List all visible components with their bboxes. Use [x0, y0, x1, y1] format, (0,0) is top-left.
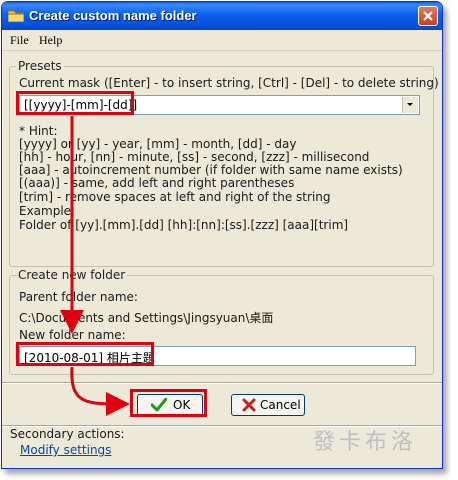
mask-label: Current mask ([Enter] - to insert string…: [19, 76, 439, 90]
close-icon: [423, 11, 433, 21]
secondary-actions-label: Secondary actions:: [10, 427, 125, 441]
new-folder-legend: Create new folder: [16, 268, 128, 282]
ok-label: OK: [173, 398, 191, 412]
cancel-label: Cancel: [260, 398, 301, 412]
ok-button[interactable]: OK: [137, 394, 203, 416]
parent-folder-label: Parent folder name:: [19, 290, 138, 304]
new-folder-name-label: New folder name:: [19, 328, 126, 342]
hint-line: [aaa] - autoincrement number (if folder …: [19, 163, 403, 177]
button-divider: [2, 382, 442, 384]
parent-folder-path: C:\Documents and Settings\Jingsyuan\桌面: [19, 311, 274, 325]
hint-line: [yyyy] or [yy] - year, [mm] - month, [dd…: [19, 137, 297, 151]
close-button[interactable]: [418, 6, 438, 26]
mask-value: [[yyyy]-[mm]-[dd]]: [24, 98, 138, 112]
cancel-x-icon: [242, 398, 256, 412]
checkmark-icon: [151, 398, 167, 412]
dialog-window: Create custom name folder File Help Pres…: [1, 1, 443, 469]
modify-settings-link[interactable]: Modify settings: [20, 443, 111, 457]
hint-line: [(aaa)] - same, add left and right paren…: [19, 176, 295, 190]
title-bar[interactable]: Create custom name folder: [2, 2, 442, 30]
folder-icon: [8, 10, 24, 22]
cancel-button[interactable]: Cancel: [231, 394, 305, 416]
menu-file[interactable]: File: [10, 33, 29, 48]
hint-line: Folder of [yy].[mm].[dd] [hh]:[nn]:[ss].…: [19, 218, 349, 232]
hint-line: [trim] - remove spaces at left and right…: [19, 190, 331, 204]
combo-dropdown-button[interactable]: [402, 97, 418, 113]
menu-bar: File Help: [2, 30, 442, 51]
presets-legend: Presets: [16, 59, 64, 73]
chevron-down-icon: [407, 103, 413, 106]
new-folder-name-value: [2010-08-01] 相片主題: [24, 351, 155, 365]
mask-combobox[interactable]: [[yyyy]-[mm]-[dd]]: [19, 95, 420, 115]
hint-line: [hh] - hour, [nn] - minute, [ss] - secon…: [19, 150, 370, 164]
hint-line: * Hint:: [19, 124, 58, 138]
hint-line: Example:: [19, 204, 76, 218]
new-folder-name-input[interactable]: [2010-08-01] 相片主題: [19, 346, 416, 366]
menu-help[interactable]: Help: [39, 33, 62, 48]
window-title: Create custom name folder: [29, 8, 197, 23]
